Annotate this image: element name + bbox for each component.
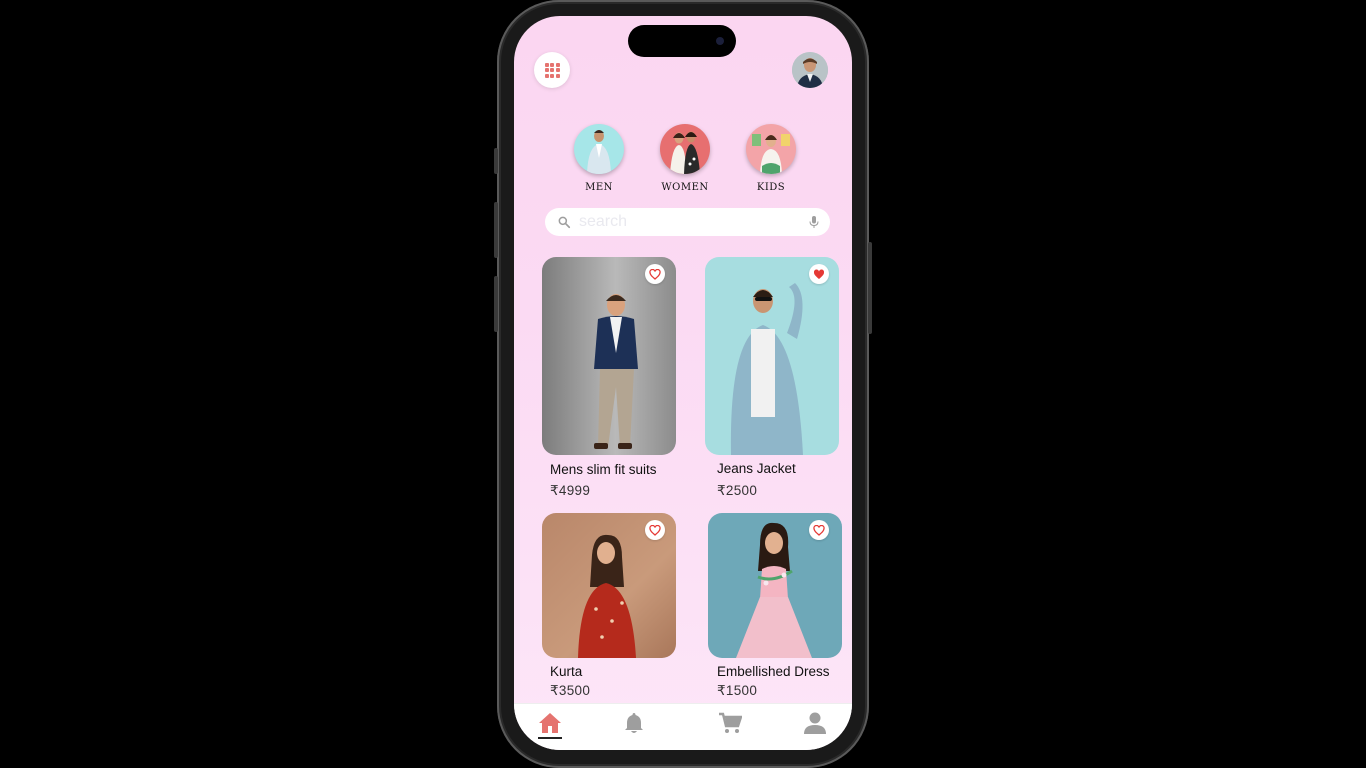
kids-category-image: [746, 124, 796, 174]
category-label: KIDS: [756, 182, 786, 193]
product-price: ₹1500: [717, 683, 758, 698]
phone-side-button: [494, 148, 498, 174]
bottom-nav: [514, 703, 852, 750]
heart-outline-icon: [813, 524, 825, 536]
product-card-suit[interactable]: Mens slim fit suits ₹4999: [542, 257, 676, 507]
avatar[interactable]: [792, 52, 828, 88]
nav-profile[interactable]: [804, 712, 826, 738]
product-name: Jeans Jacket: [717, 461, 796, 476]
bell-icon: [625, 713, 643, 733]
favorite-button[interactable]: [645, 520, 665, 540]
category-label: WOMEN: [661, 182, 709, 193]
phone-volume-down: [494, 276, 498, 332]
search-input[interactable]: [577, 212, 801, 232]
home-icon: [539, 713, 561, 733]
product-price: ₹3500: [550, 683, 591, 698]
nav-notifications[interactable]: [624, 712, 644, 738]
menu-button[interactable]: [534, 52, 570, 88]
mic-icon[interactable]: [808, 215, 820, 229]
person-icon: [804, 712, 826, 734]
category-men[interactable]: MEN: [564, 124, 634, 193]
product-card-kurta[interactable]: Kurta ₹3500: [542, 513, 676, 703]
product-name: Mens slim fit suits: [550, 462, 657, 477]
product-card-jacket[interactable]: Jeans Jacket ₹2500: [705, 257, 839, 507]
grid-icon: [544, 62, 560, 78]
category-label: MEN: [585, 182, 613, 193]
women-category-image: [660, 124, 710, 174]
product-name: Embellished Dress: [717, 664, 830, 679]
product-image: [705, 257, 839, 455]
favorite-button[interactable]: [645, 264, 665, 284]
nav-active-indicator: [538, 737, 562, 739]
search-bar[interactable]: [545, 208, 830, 236]
dynamic-island: [628, 25, 736, 57]
product-name: Kurta: [550, 664, 583, 679]
app-screen: MEN WOMEN KIDS search Mens slim fit suit…: [514, 16, 852, 750]
category-women[interactable]: WOMEN: [650, 124, 720, 193]
category-row: MEN WOMEN KIDS: [514, 124, 852, 204]
heart-outline-icon: [649, 524, 661, 536]
product-price: ₹4999: [550, 483, 591, 498]
product-card-dress[interactable]: Embellished Dress ₹1500: [708, 513, 842, 703]
favorite-button[interactable]: [809, 264, 829, 284]
nav-cart[interactable]: [718, 712, 743, 738]
heart-outline-icon: [649, 268, 661, 280]
phone-volume-up: [494, 202, 498, 258]
phone-power-button: [868, 242, 872, 334]
men-category-image: [574, 124, 624, 174]
product-price: ₹2500: [717, 483, 758, 498]
search-icon: [558, 216, 571, 229]
heart-filled-icon: [813, 268, 825, 279]
cart-icon: [719, 712, 743, 733]
category-kids[interactable]: KIDS: [736, 124, 806, 193]
favorite-button[interactable]: [809, 520, 829, 540]
nav-home[interactable]: [538, 712, 562, 738]
product-image: [542, 257, 676, 455]
